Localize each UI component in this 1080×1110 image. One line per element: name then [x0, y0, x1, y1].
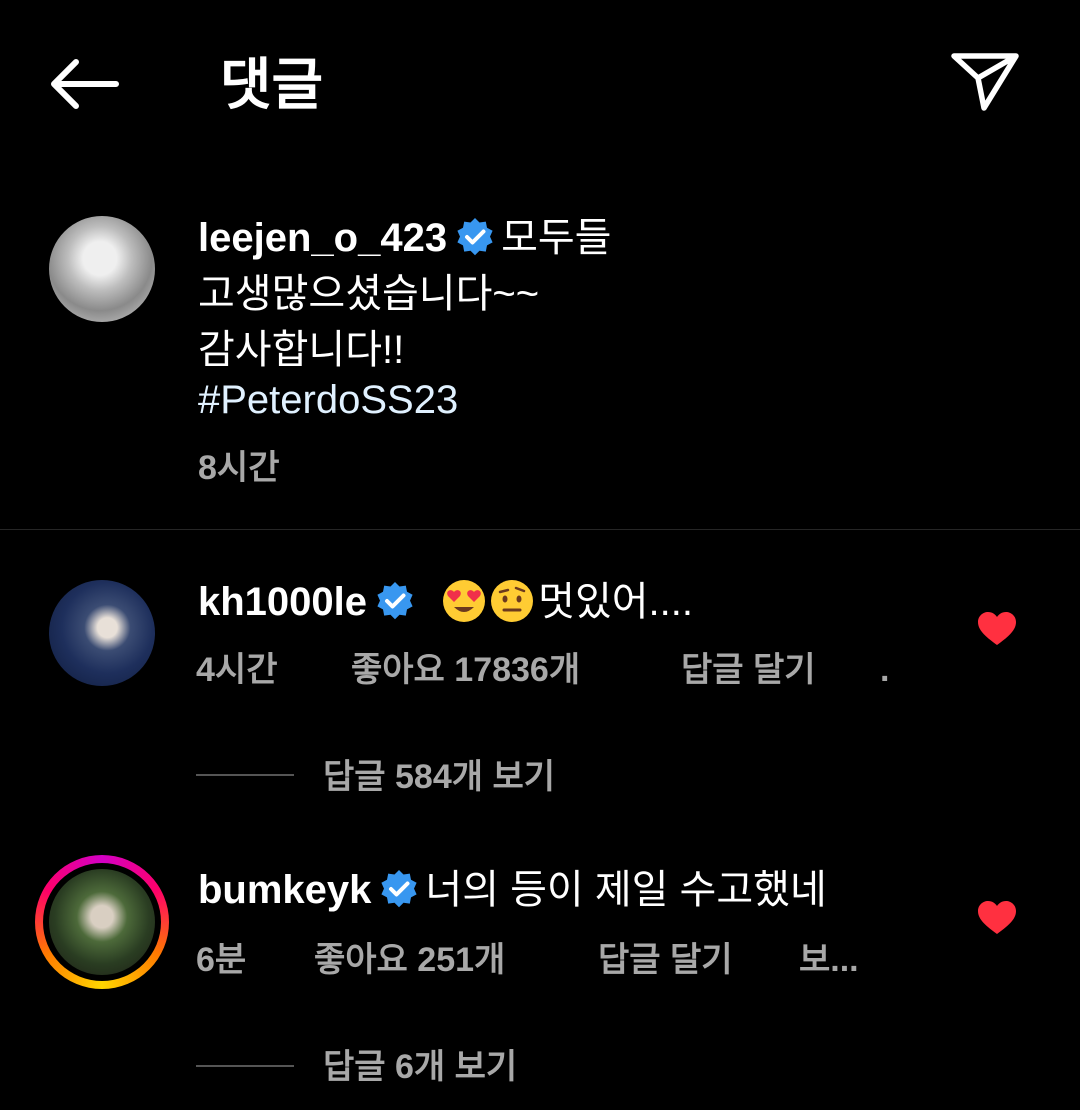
comment-body: kh1000le 멋있어.... — [198, 574, 693, 630]
comment-username[interactable]: bumkeyk — [198, 868, 371, 912]
caption-line-1: leejen_o_423 모두들 — [198, 210, 611, 266]
caption-username[interactable]: leejen_o_423 — [198, 216, 447, 260]
caption-line-2: 고생많으셨습니다~~ — [198, 272, 540, 316]
comment-time: 6분 — [196, 941, 247, 979]
heart-eyes-emoji-icon — [443, 580, 486, 622]
more-option[interactable]: . — [880, 648, 889, 692]
avatar[interactable] — [49, 580, 155, 686]
avatar[interactable] — [49, 216, 155, 322]
verified-badge-icon — [381, 870, 418, 908]
raised-eyebrow-emoji-icon — [491, 580, 534, 622]
divider — [0, 529, 1080, 530]
comment-body: bumkeyk 너의 등이 제일 수고했네 — [198, 862, 827, 918]
page-title: 댓글 — [220, 53, 324, 116]
view-replies-button[interactable]: 답글 6개 보기 — [323, 1045, 517, 1089]
caption-text: 모두들 — [501, 216, 612, 260]
hashtag-link[interactable]: #PeterdoSS23 — [198, 372, 458, 428]
view-replies-button[interactable]: 답글 584개 보기 — [323, 755, 555, 799]
back-arrow-icon[interactable] — [48, 56, 120, 112]
heart-icon[interactable] — [977, 611, 1017, 647]
comment-time: 4시간 — [196, 651, 278, 689]
reply-button[interactable]: 답글 달기 — [681, 648, 816, 692]
replies-divider-line — [196, 1065, 294, 1067]
verified-badge-icon — [377, 582, 413, 620]
replies-divider-line — [196, 774, 294, 776]
likes-count[interactable]: 좋아요 251개 — [314, 938, 505, 982]
reply-button[interactable]: 답글 달기 — [598, 938, 733, 982]
comment-username[interactable]: kh1000le — [198, 580, 367, 624]
caption-line-3: 감사합니다!! — [198, 328, 405, 372]
verified-badge-icon — [457, 218, 493, 256]
more-option[interactable]: 보... — [799, 938, 859, 982]
comment-text: 너의 등이 제일 수고했네 — [425, 868, 827, 912]
comment-text: 멋있어.... — [538, 580, 694, 624]
likes-count[interactable]: 좋아요 17836개 — [351, 648, 580, 692]
paper-plane-icon[interactable] — [948, 50, 1022, 114]
avatar[interactable] — [49, 869, 155, 975]
heart-icon[interactable] — [977, 900, 1017, 936]
caption-time: 8시간 — [198, 449, 280, 487]
